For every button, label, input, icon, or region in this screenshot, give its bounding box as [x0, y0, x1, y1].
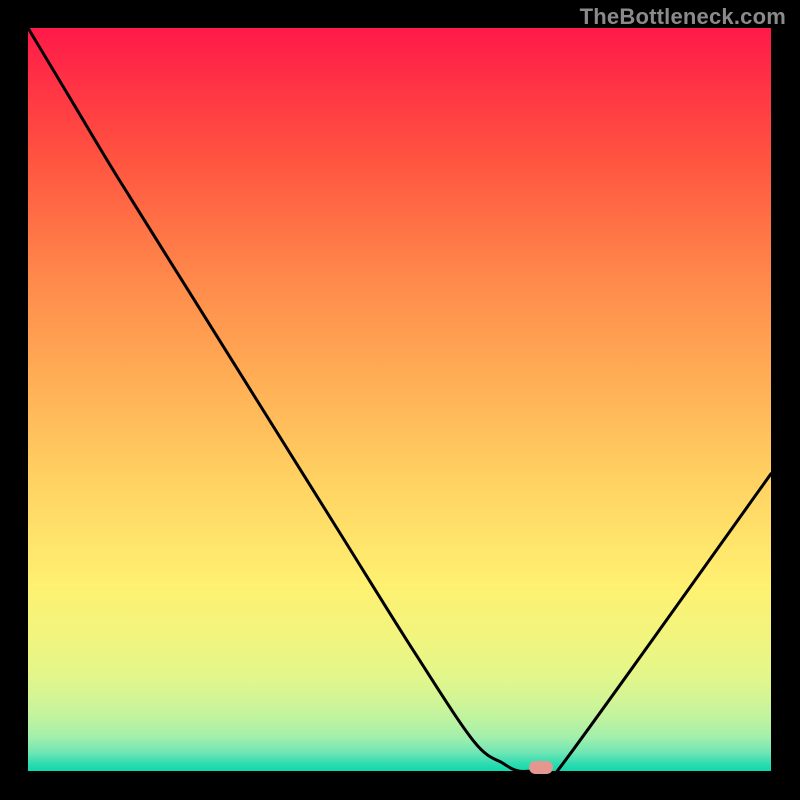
plot-area: [28, 28, 771, 771]
bottleneck-curve: [28, 28, 771, 771]
optimal-point-marker: [529, 761, 553, 774]
watermark-text: TheBottleneck.com: [580, 4, 786, 30]
